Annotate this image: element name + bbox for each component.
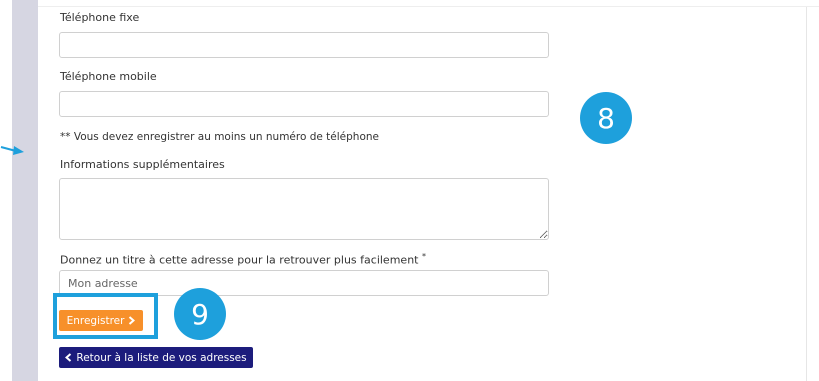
left-gutter <box>12 0 38 381</box>
phone-fixed-label: Téléphone fixe <box>60 11 140 24</box>
phone-requirement-note: ** Vous devez enregistrer au moins un nu… <box>60 131 379 143</box>
address-title-label: Donnez un titre à cette adresse pour la … <box>60 250 426 268</box>
required-marker: * <box>421 252 426 261</box>
back-to-addresses-button[interactable]: Retour à la liste de vos adresses <box>59 347 253 368</box>
phone-mobile-label: Téléphone mobile <box>60 70 157 83</box>
phone-fixed-input[interactable] <box>59 32 549 58</box>
chevron-right-icon <box>129 316 136 325</box>
address-title-label-text: Donnez un titre à cette adresse pour la … <box>60 253 419 267</box>
extra-info-textarea[interactable] <box>59 178 549 240</box>
save-button[interactable]: Enregistrer <box>59 310 143 331</box>
step-9-badge: 9 <box>174 288 226 340</box>
extra-info-label: Informations supplémentaires <box>60 158 225 171</box>
arrow-right-icon <box>0 146 24 155</box>
right-divider <box>806 7 807 381</box>
phone-mobile-input[interactable] <box>59 91 549 117</box>
save-button-label: Enregistrer <box>66 314 125 327</box>
top-divider <box>38 6 819 7</box>
step-8-badge: 8 <box>580 92 632 144</box>
chevron-left-icon <box>65 353 72 362</box>
back-button-label: Retour à la liste de vos adresses <box>76 351 247 364</box>
address-form-page: Téléphone fixe Téléphone mobile ** Vous … <box>0 0 819 381</box>
